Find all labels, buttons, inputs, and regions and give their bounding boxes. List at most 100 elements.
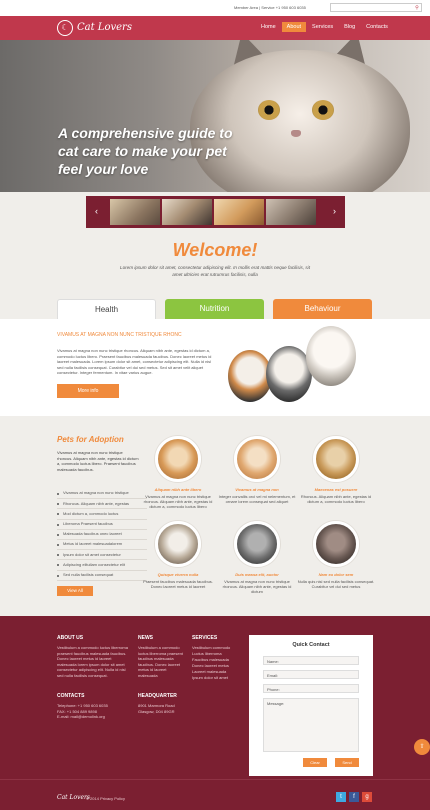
tab-bar: Health Nutrition Behaviour	[57, 299, 372, 319]
copyright[interactable]: © 2014 Privacy Policy	[86, 796, 125, 801]
news-title: NEWS	[138, 635, 153, 641]
email-field[interactable]: Email:	[263, 670, 359, 679]
about-text: Vestibulum a commodo luctus liberroma pr…	[57, 645, 128, 678]
pet-photo[interactable]	[313, 436, 359, 482]
adoption-intro: Vivamus at magna non nunc tristique rhon…	[57, 450, 139, 472]
pet-photo[interactable]	[234, 436, 280, 482]
services-link[interactable]: Faucibus malesuada	[192, 657, 229, 663]
cat-eye	[312, 100, 334, 120]
search-icon[interactable]: ⚲	[414, 5, 420, 11]
more-info-button[interactable]: More info	[57, 384, 119, 398]
list-item[interactable]: Rhoncus. Aliquam nibh ante, egestas	[57, 499, 147, 510]
pet-card[interactable]: Quisque viverra nulla Praesent faucibus …	[138, 521, 218, 589]
thumbnail[interactable]	[110, 199, 160, 225]
services-link[interactable]: Ipsum dolor sit amet	[192, 675, 228, 681]
cat-head-icon[interactable]: ☾	[57, 20, 73, 36]
pet-name[interactable]: Aliquam nibh ante libero	[138, 487, 218, 492]
pet-card[interactable]: Aliquam nibh ante libero Vivamus at magn…	[138, 436, 218, 509]
list-item[interactable]: Metus id laoreet malesuadalorem	[57, 540, 147, 551]
tab-heading: VIVAMUS AT MAGNA NON NUNC TRISTIQUE RHON…	[57, 332, 182, 338]
quick-contact-title: Quick Contact	[292, 642, 330, 648]
pet-description: Vivamus at magna non nunc tristique rhon…	[143, 494, 213, 509]
pet-card[interactable]: Duis massa elit, auctor Vivamus at magna…	[217, 521, 297, 594]
pet-name[interactable]: Vivamus at magna non	[217, 487, 297, 492]
pet-card[interactable]: Vivamus at magna non Integer convallis o…	[217, 436, 297, 504]
welcome-text: Lorem ipsum dolor sit amet, consectetur …	[120, 265, 310, 277]
logo[interactable]: Cat Lovers	[77, 22, 132, 33]
thumbnail-carousel: ‹ ›	[86, 196, 345, 228]
welcome-title: Welcome!	[172, 240, 258, 260]
tab-nutrition[interactable]: Nutrition	[165, 299, 264, 319]
pet-card[interactable]: Nam eu dolor sem Nulla quis nisl sed nul…	[296, 521, 376, 589]
phone-field[interactable]: Phone:	[263, 684, 359, 693]
tab-health[interactable]: Health	[57, 299, 156, 319]
clear-button[interactable]: Clear	[303, 758, 327, 767]
site-header: ☾ Cat Lovers Home About Services Blog Co…	[0, 16, 430, 40]
nav-contacts[interactable]: Contacts	[361, 22, 393, 32]
adoption-list: Vivamus at magna non nunc tristique Rhon…	[57, 489, 147, 581]
pet-name[interactable]: Duis massa elit, auctor	[217, 572, 297, 577]
services-link[interactable]: Vestibulum commodo	[192, 645, 230, 651]
nav-home[interactable]: Home	[256, 22, 281, 32]
hq-title: HEADQUARTER	[138, 693, 177, 699]
pet-name[interactable]: Quisque viverra nulla	[138, 572, 218, 577]
site-footer: ABOUT US Vestibulum a commodo luctus lib…	[0, 616, 430, 810]
list-item[interactable]: Malesuada faucibus onec laoreet	[57, 530, 147, 540]
scroll-to-top-icon[interactable]: ⇧	[414, 739, 430, 755]
send-button[interactable]: Send	[335, 758, 359, 767]
pet-photo[interactable]	[155, 521, 201, 567]
contact-info: Member Area | Service +1 950 603 6035	[234, 5, 306, 10]
thumbnail[interactable]	[266, 199, 316, 225]
cat-eye	[258, 100, 280, 120]
google-plus-icon[interactable]: g	[362, 792, 372, 802]
tab-behaviour[interactable]: Behaviour	[273, 299, 372, 319]
services-link[interactable]: Luctus liberroma	[192, 651, 222, 657]
contacts-title: CONTACTS	[57, 693, 85, 699]
adoption-section: Pets for Adoption Vivamus at magna non n…	[0, 416, 430, 616]
main-nav: Home About Services Blog Contacts	[255, 22, 393, 32]
search-input[interactable]: ⚲	[330, 3, 422, 12]
list-item[interactable]: Liberoma Praesent faucibus	[57, 520, 147, 530]
message-field[interactable]: Message:	[263, 698, 359, 752]
list-item[interactable]: Sed nulla facilisis consequat	[57, 571, 147, 581]
kittens-image	[222, 324, 372, 412]
welcome-section: Welcome! Lorem ipsum dolor sit amet, con…	[0, 240, 430, 278]
facebook-icon[interactable]: f	[349, 792, 359, 802]
nav-about[interactable]: About	[281, 22, 307, 32]
nav-blog[interactable]: Blog	[339, 22, 360, 32]
chevron-left-icon[interactable]: ‹	[95, 206, 98, 216]
contacts-text: Telephone: +1 950 603 6035 FAX: +1 504 8…	[57, 703, 108, 719]
pet-card[interactable]: Maecenas est posuere Rhoncus. Aliquam ni…	[296, 436, 376, 504]
news-text: Vestibulum a commodo luctus liberroma pr…	[138, 645, 183, 678]
services-link[interactable]: Donec laoreet metus	[192, 663, 229, 669]
pet-name[interactable]: Nam eu dolor sem	[296, 572, 376, 577]
tab-panel: VIVAMUS AT MAGNA NON NUNC TRISTIQUE RHON…	[0, 319, 430, 416]
services-title: SERVICES	[192, 635, 218, 641]
about-title: ABOUT US	[57, 635, 84, 641]
list-item[interactable]: Ipsum dolor sit amet consectetur	[57, 550, 147, 561]
pet-description: Rhoncus. Aliquam nibh ante, egestas id d…	[300, 494, 372, 504]
hero-banner: A comprehensive guide to cat care to mak…	[0, 40, 430, 192]
adoption-title: Pets for Adoption	[57, 435, 124, 444]
hq-text: 8901 Marmora Road Glasgow, D04 89GR	[138, 703, 175, 714]
chevron-right-icon[interactable]: ›	[333, 206, 336, 216]
list-item[interactable]: Mod dictum a, commodo luctus	[57, 509, 147, 520]
pet-name[interactable]: Maecenas est posuere	[296, 487, 376, 492]
nav-services[interactable]: Services	[307, 22, 338, 32]
pet-photo[interactable]	[155, 436, 201, 482]
services-link[interactable]: Laoreet malesuada	[192, 669, 226, 675]
hero-headline: A comprehensive guide to cat care to mak…	[58, 125, 233, 177]
thumbnail[interactable]	[214, 199, 264, 225]
thumbnail[interactable]	[162, 199, 212, 225]
pet-photo[interactable]	[234, 521, 280, 567]
pet-description: Vivamus at magna non nunc tristique rhon…	[222, 579, 292, 594]
list-item[interactable]: Adipiscing elitullam consectetur elit	[57, 560, 147, 571]
view-all-button[interactable]: View All	[57, 586, 93, 596]
twitter-icon[interactable]: t	[336, 792, 346, 802]
cat-nose	[291, 130, 301, 137]
name-field[interactable]: Name:	[263, 656, 359, 665]
top-bar: Member Area | Service +1 950 603 6035 ⚲	[0, 0, 430, 16]
list-item[interactable]: Vivamus at magna non nunc tristique	[57, 489, 147, 500]
quick-contact-form: Quick Contact Name: Email: Phone: Messag…	[249, 635, 373, 776]
pet-photo[interactable]	[313, 521, 359, 567]
